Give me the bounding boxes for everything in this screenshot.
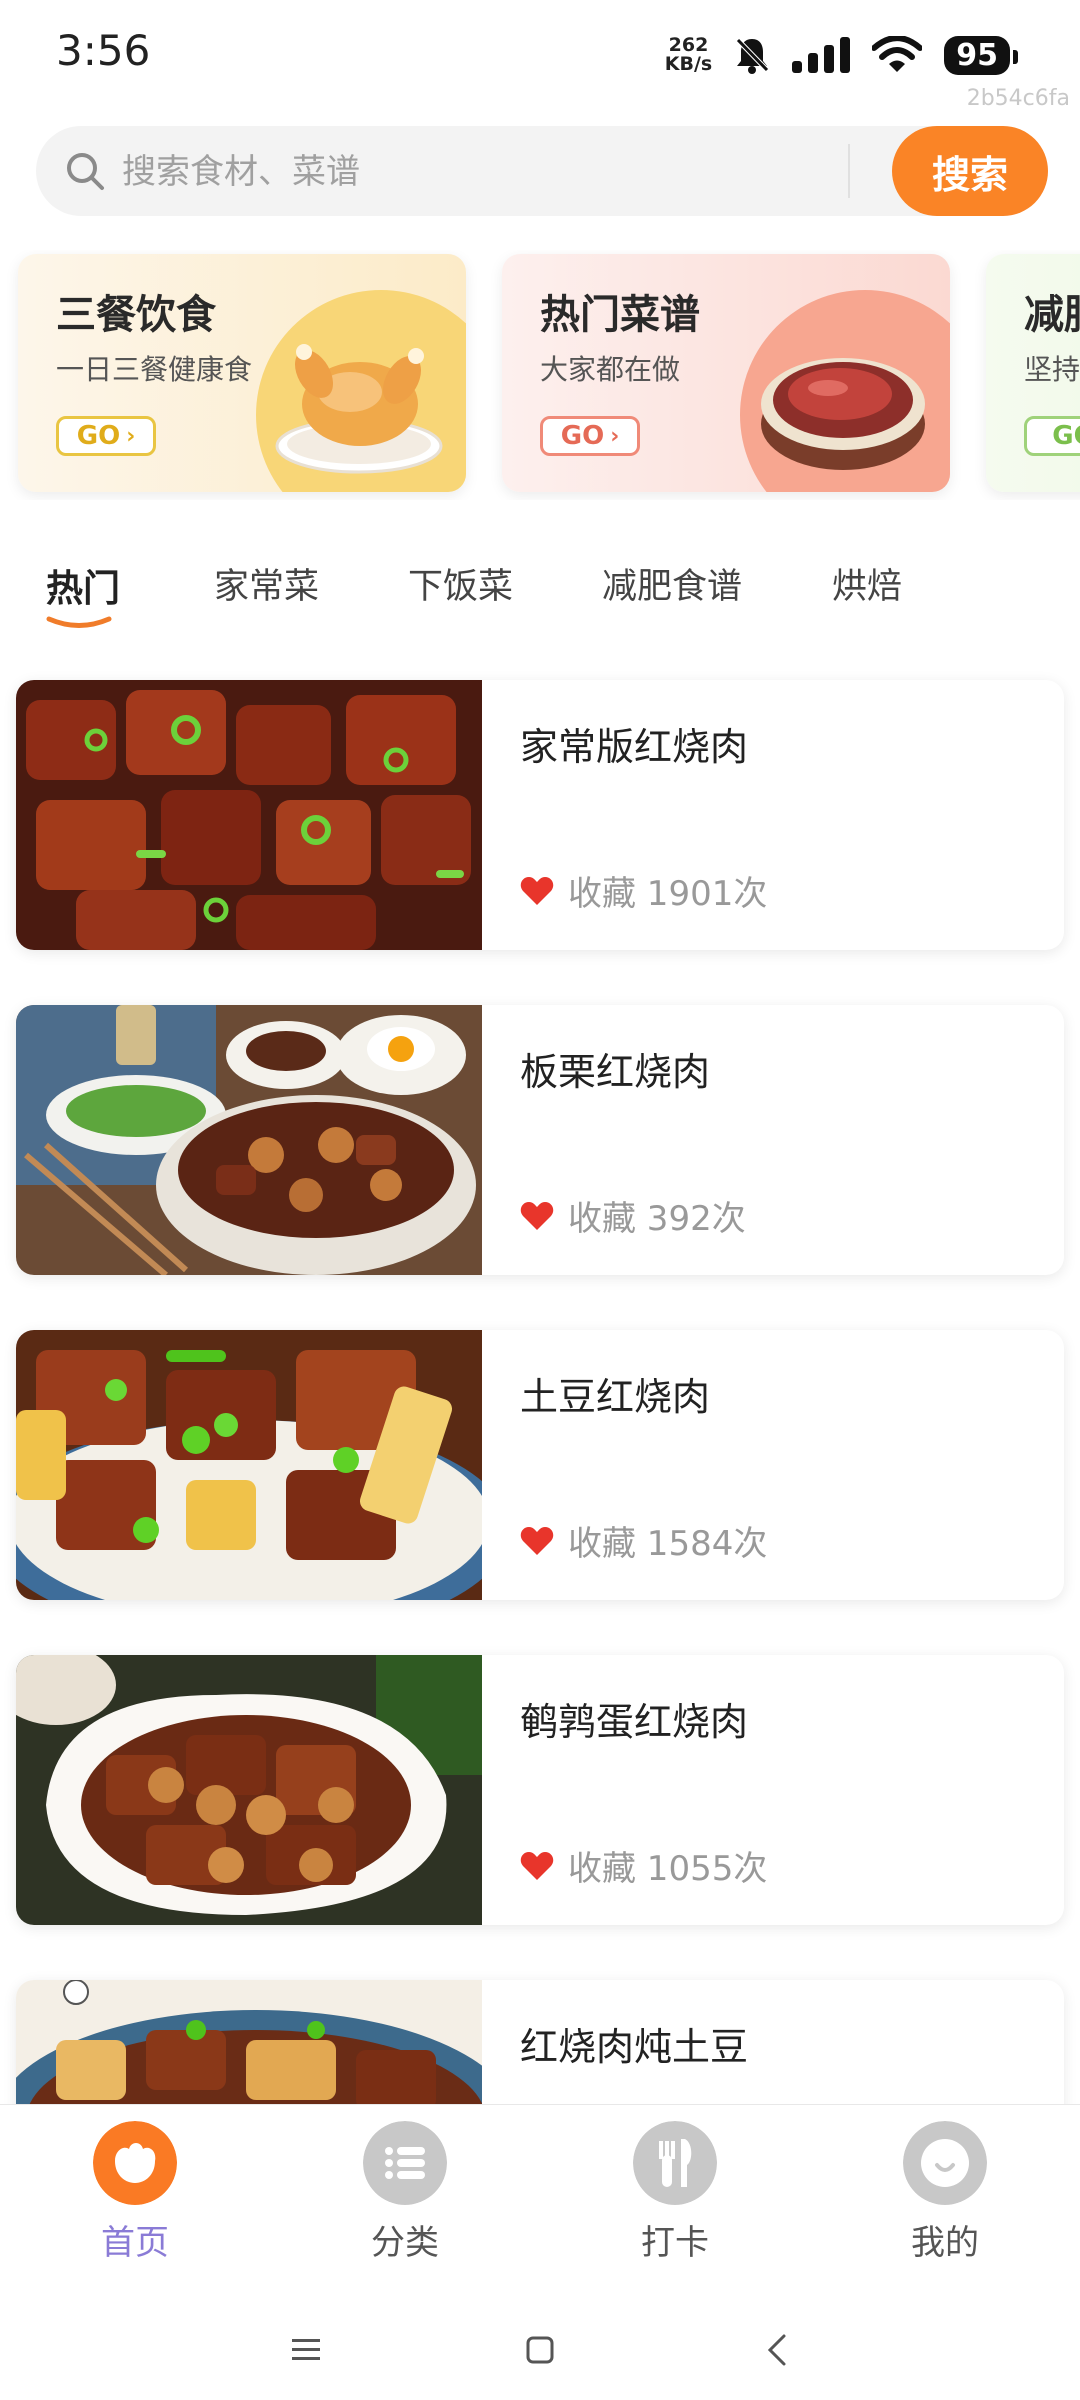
go-label: GO [560,421,605,451]
heart-icon [520,876,554,905]
home-food-icon [93,2121,177,2205]
banner-popular-recipes[interactable]: 热门菜谱 大家都在做 GO › [502,254,950,492]
search-icon [67,153,104,190]
menu-icon[interactable] [286,2330,326,2370]
banner-carousel[interactable]: 三餐饮食 一日三餐健康食 GO › 热门菜谱 大家都在做 GO › 减 坚持 G [0,250,1080,500]
banner-title: 减脂 [1024,292,1080,338]
back-icon[interactable] [758,2330,798,2370]
tab-hot[interactable]: 热门 [46,558,120,612]
recipe-image [16,1005,482,1275]
search-input[interactable] [120,144,864,200]
recipe-card[interactable]: 家常版红烧肉 收藏 1901次 [16,680,1064,950]
recipe-title: 板栗红烧肉 [520,1050,711,1094]
tab-home-cooking[interactable]: 家常菜 [214,558,319,609]
go-button[interactable]: GO [1024,416,1080,456]
recipe-title: 家常版红烧肉 [520,725,749,769]
recipe-image [16,1330,482,1600]
nav-category[interactable]: 分类 [325,2121,485,2264]
fork-knife-icon [633,2121,717,2205]
recipe-card[interactable]: 板栗红烧肉 收藏 392次 [16,1005,1064,1275]
favorite-count: 收藏 1901次 [520,866,767,915]
tab-rice-dishes[interactable]: 下饭菜 [408,558,513,609]
nav-label: 我的 [911,2223,979,2263]
banner-subtitle: 坚持 [1024,353,1080,386]
battery-icon: 95 [944,35,1018,75]
recipe-card[interactable]: 土豆红烧肉 收藏 1584次 [16,1330,1064,1600]
bell-off-icon [736,38,770,74]
favorite-count: 收藏 1055次 [520,1841,767,1890]
favorite-text: 收藏 1055次 [568,1849,768,1889]
list-icon [363,2121,447,2205]
go-label: GO [1052,421,1080,451]
chevron-right-icon: › [610,423,620,449]
bottom-nav: 首页 分类 打卡 我的 [0,2104,1080,2305]
net-speed: 262 KB/s [665,36,712,74]
heart-icon [520,1526,554,1555]
tab-baking[interactable]: 烘焙 [832,558,902,609]
watermark: 2b54c6fa [966,86,1070,111]
recipe-title: 土豆红烧肉 [520,1375,711,1419]
battery-level: 95 [956,37,998,73]
search-divider [848,144,850,198]
nav-profile[interactable]: 我的 [865,2121,1025,2264]
recipe-card[interactable]: 鹌鹑蛋红烧肉 收藏 1055次 [16,1655,1064,1925]
system-nav-bar [0,2304,1080,2400]
chevron-right-icon: › [126,423,136,449]
banner-title: 三餐饮食 [56,292,216,338]
nav-label: 分类 [371,2223,439,2263]
status-bar: 3:56 262 KB/s 95 [0,0,1080,110]
favorite-count: 收藏 1584次 [520,1516,767,1565]
wifi-icon [872,36,923,72]
signal-icon [792,37,851,73]
status-time: 3:56 [56,26,151,75]
banner-weight-loss[interactable]: 减脂 坚持 GO [986,254,1080,492]
recipe-image [16,1655,482,1925]
roast-chicken-image [275,344,443,474]
recipe-image [16,680,482,950]
favorite-text: 收藏 392次 [568,1199,746,1239]
banner-subtitle: 大家都在做 [540,353,681,386]
go-button[interactable]: GO › [56,416,156,456]
net-speed-unit: KB/s [664,53,713,75]
nav-home[interactable]: 首页 [55,2121,215,2264]
go-label: GO [76,421,121,451]
search-button[interactable]: 搜索 [892,126,1048,216]
nav-label: 首页 [101,2223,169,2263]
banner-title: 热门菜谱 [540,292,700,338]
braised-pork-bowl-image [761,358,925,470]
favorite-text: 收藏 1901次 [568,874,768,914]
nav-label: 打卡 [641,2223,709,2263]
nav-checkin[interactable]: 打卡 [595,2121,755,2264]
heart-icon [520,1851,554,1880]
category-tabs: 热门 家常菜 下饭菜 减肥食谱 烘焙 [0,546,1080,636]
banner-subtitle: 一日三餐健康食 [56,353,253,386]
profile-icon [903,2121,987,2205]
home-square-icon[interactable] [520,2330,560,2370]
status-icons: 262 KB/s 95 [665,30,1018,80]
recipe-title: 红烧肉炖土豆 [520,2025,749,2069]
go-button[interactable]: GO › [540,416,640,456]
tab-diet-recipes[interactable]: 减肥食谱 [602,558,742,609]
heart-icon [520,1201,554,1230]
banner-three-meals[interactable]: 三餐饮食 一日三餐健康食 GO › [18,254,466,492]
recipe-title: 鹌鹑蛋红烧肉 [520,1700,749,1744]
favorite-count: 收藏 392次 [520,1191,746,1240]
search-bar: 搜索 [36,126,1048,216]
favorite-text: 收藏 1584次 [568,1524,768,1564]
tab-active-indicator [46,616,112,628]
